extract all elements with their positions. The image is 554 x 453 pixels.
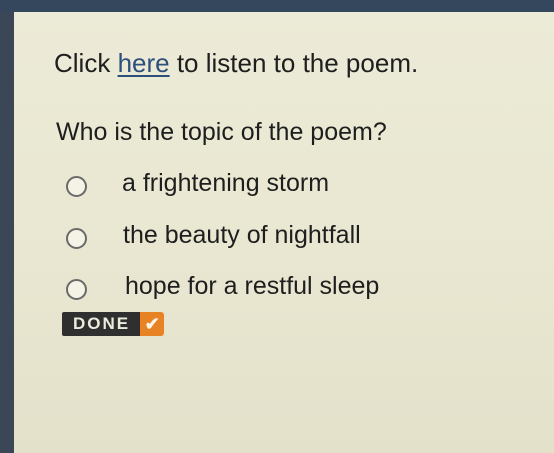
option-label: hope for a restful sleep	[125, 272, 380, 300]
radio-button[interactable]	[66, 279, 87, 300]
listen-link[interactable]: here	[118, 48, 170, 78]
listen-instruction: Click here to listen to the poem.	[54, 48, 418, 79]
question-text: Who is the topic of the poem?	[56, 118, 387, 146]
answer-option-3[interactable]: hope for a restful sleep	[66, 272, 466, 306]
option-label: the beauty of nightfall	[123, 221, 361, 249]
answer-option-2[interactable]: the beauty of nightfall	[66, 221, 466, 255]
answer-option-1[interactable]: a frightening storm	[66, 169, 466, 203]
question-panel: Click here to listen to the poem. Who is…	[14, 12, 554, 453]
radio-button[interactable]	[66, 176, 87, 197]
option-label: a frightening storm	[122, 169, 330, 197]
listen-prefix: Click	[54, 48, 118, 78]
done-button[interactable]: DONE ✔	[62, 312, 165, 336]
radio-button[interactable]	[66, 228, 87, 249]
screen: Click here to listen to the poem. Who is…	[0, 0, 554, 453]
listen-suffix: to listen to the poem.	[169, 48, 419, 78]
done-label: DONE	[62, 312, 141, 336]
top-bar	[0, 0, 554, 12]
checkmark-icon: ✔	[140, 312, 165, 336]
